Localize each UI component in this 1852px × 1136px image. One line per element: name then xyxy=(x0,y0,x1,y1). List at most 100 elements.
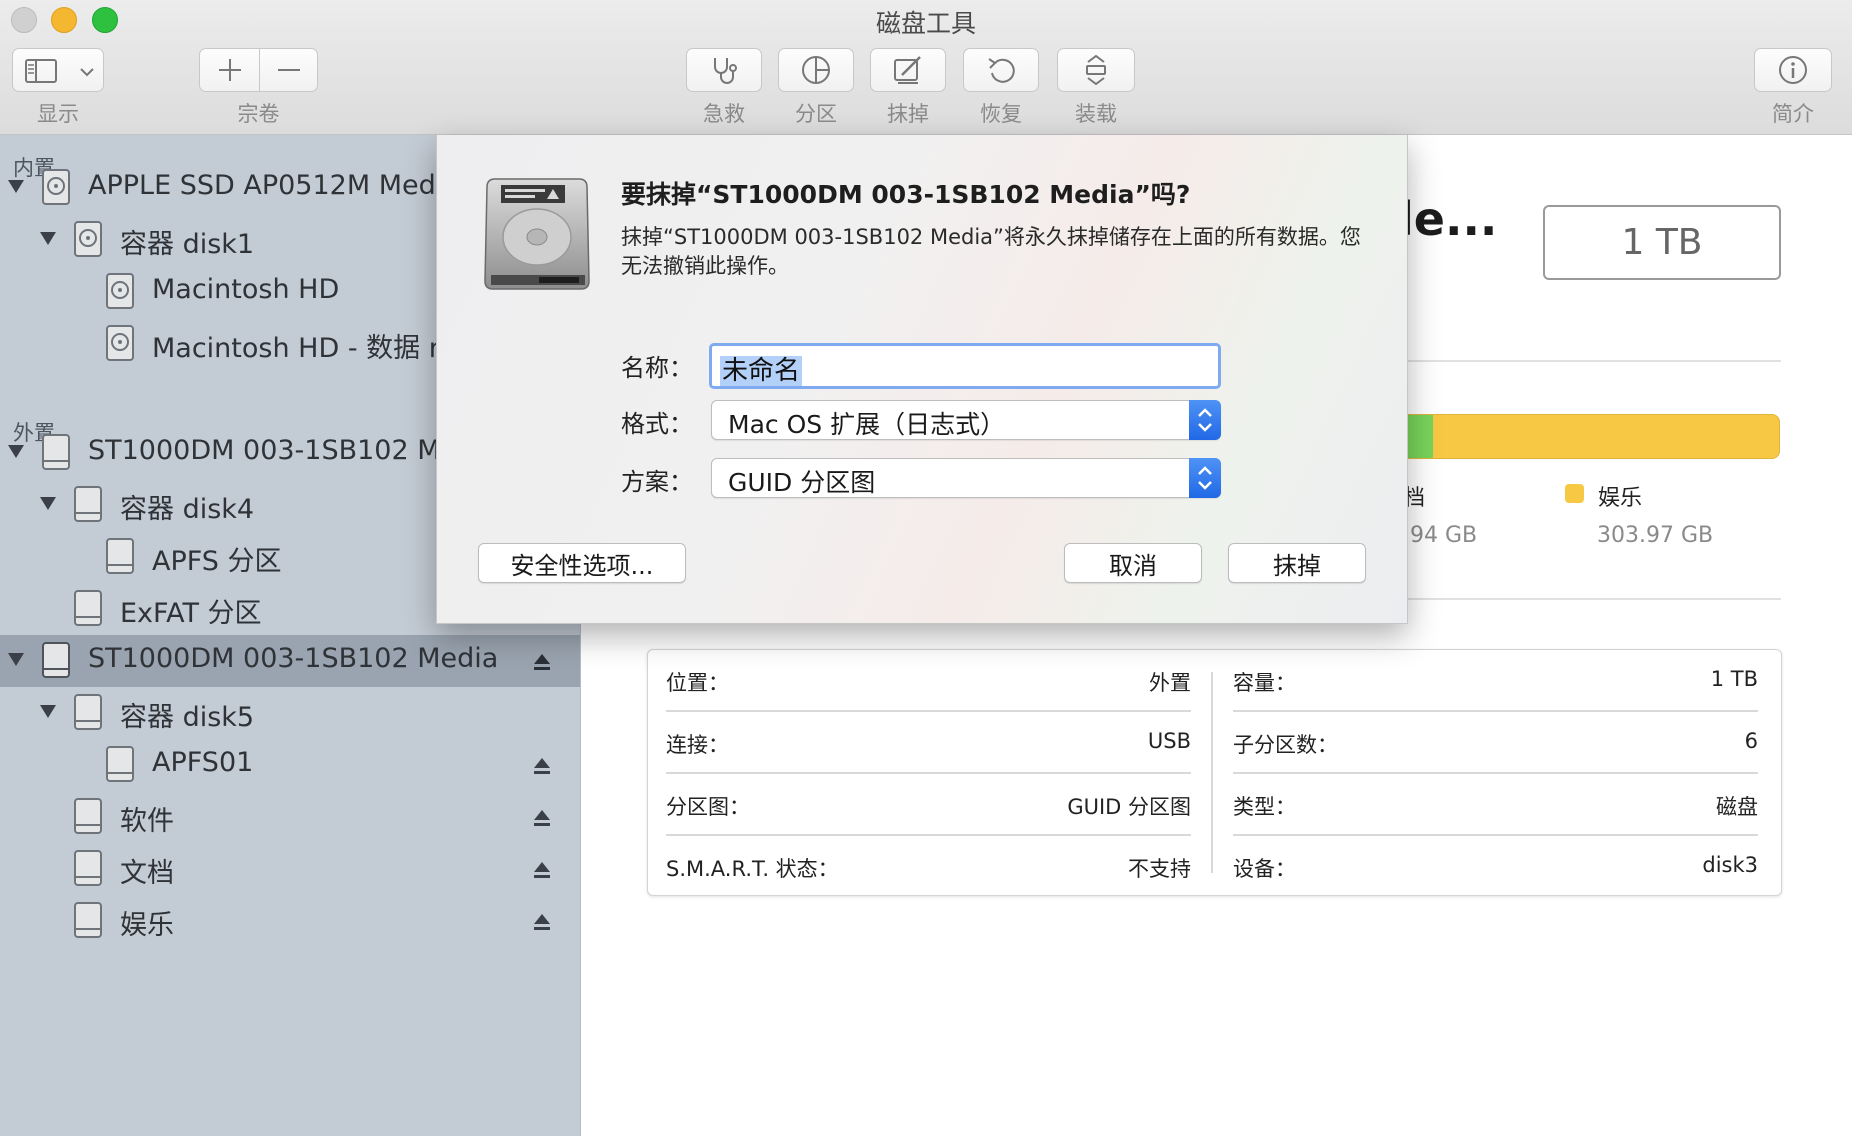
external-disk-icon xyxy=(74,798,102,834)
external-disk-icon xyxy=(42,434,70,470)
sidebar-item-label: APPLE SSD AP0512M Media xyxy=(88,170,460,201)
toolbar: 磁盘工具 显示 宗卷 急救 分区 抹掉 恢复 装载 简介 xyxy=(0,0,1852,135)
mount-button[interactable] xyxy=(1057,48,1135,92)
sidebar-item-entertainment[interactable]: 娱乐 xyxy=(0,895,580,947)
popup-stepper-icon xyxy=(1189,400,1221,440)
restore-button[interactable] xyxy=(963,48,1039,92)
external-disk-icon xyxy=(106,746,134,782)
info-row-location: 位置： 外置 xyxy=(666,650,1191,712)
external-disk-icon xyxy=(74,590,102,626)
view-label: 显示 xyxy=(37,102,79,126)
remove-volume-button[interactable] xyxy=(260,49,318,91)
erase-sheet: 要抹掉“ST1000DM 003-1SB102 Media”吗? 抹掉“ST10… xyxy=(436,135,1408,624)
first-aid-label: 急救 xyxy=(703,102,745,126)
sidebar-item-label: 容器 disk5 xyxy=(120,702,255,733)
disclosure-triangle-icon[interactable] xyxy=(8,653,24,666)
info-key: 类型： xyxy=(1233,795,1296,819)
restore-label: 恢复 xyxy=(980,102,1022,126)
sidebar-item-container-disk5[interactable]: 容器 disk5 xyxy=(0,687,580,739)
disclosure-triangle-icon[interactable] xyxy=(40,232,56,245)
external-disk-icon xyxy=(74,850,102,886)
stethoscope-icon xyxy=(714,58,737,84)
disclosure-triangle-icon[interactable] xyxy=(40,705,56,718)
popup-stepper-icon xyxy=(1189,458,1221,498)
sidebar-item-documents[interactable]: 文档 xyxy=(0,843,580,895)
internal-disk-icon xyxy=(106,273,134,309)
disclosure-triangle-icon[interactable] xyxy=(8,445,24,458)
disk-title: le... xyxy=(1398,192,1498,246)
security-options-button[interactable]: 安全性选项... xyxy=(478,543,686,583)
eject-icon[interactable] xyxy=(532,808,552,828)
minus-icon xyxy=(278,69,300,71)
confirm-erase-button[interactable]: 抹掉 xyxy=(1228,543,1366,583)
format-select[interactable]: Mac OS 扩展（日志式） xyxy=(711,400,1221,440)
sidebar-item-label: Macintosh HD xyxy=(152,274,340,305)
external-disk-icon xyxy=(42,642,70,678)
info-value: 6 xyxy=(1744,729,1758,753)
sheet-title: 要抹掉“ST1000DM 003-1SB102 Media”吗? xyxy=(621,180,1191,209)
info-key: 容量： xyxy=(1233,671,1296,695)
name-input-value: 未命名 xyxy=(720,356,803,386)
name-input[interactable]: 未命名 xyxy=(709,343,1221,389)
capacity-box: 1 TB xyxy=(1543,205,1781,280)
partition-button[interactable] xyxy=(778,48,854,92)
cancel-button[interactable]: 取消 xyxy=(1064,543,1202,583)
legend-size-stub: .94 GB xyxy=(1403,523,1478,548)
sidebar-item-st1000dm-media-2[interactable]: ST1000DM 003-1SB102 Media xyxy=(0,635,580,687)
info-row-type: 类型： 磁盘 xyxy=(1233,774,1758,836)
sidebar-item-apfs01[interactable]: APFS01 xyxy=(0,739,580,791)
info-value: 外置 xyxy=(1149,671,1191,695)
info-value: GUID 分区图 xyxy=(1067,795,1191,819)
info-value: 1 TB xyxy=(1710,667,1758,691)
info-key: 设备： xyxy=(1233,857,1296,881)
format-select-value: Mac OS 扩展（日志式） xyxy=(728,410,1006,439)
add-volume-button[interactable] xyxy=(200,49,259,91)
info-row-smart-status: S.M.A.R.T. 状态： 不支持 xyxy=(666,836,1191,898)
sidebar-toggle-icon xyxy=(25,59,57,87)
eject-icon[interactable] xyxy=(532,652,552,672)
plus-icon xyxy=(218,59,241,81)
info-value: 磁盘 xyxy=(1716,795,1758,819)
sidebar-item-label: APFS01 xyxy=(152,747,254,778)
sidebar-item-label: 容器 disk1 xyxy=(120,229,255,260)
disclosure-triangle-icon[interactable] xyxy=(40,497,56,510)
scheme-label: 方案： xyxy=(621,468,693,496)
legend-label-entertainment: 娱乐 xyxy=(1598,486,1643,511)
usage-bar xyxy=(1389,414,1780,459)
external-disk-icon xyxy=(74,902,102,938)
disk-utility-window: 磁盘工具 显示 宗卷 急救 分区 抹掉 恢复 装载 简介 内置 APPLE SS… xyxy=(0,0,1852,1136)
info-label: 简介 xyxy=(1772,102,1814,126)
window-title: 磁盘工具 xyxy=(875,9,976,38)
sidebar-item-software[interactable]: 软件 xyxy=(0,791,580,843)
info-key: 位置： xyxy=(666,671,729,695)
hard-drive-icon xyxy=(484,178,590,290)
scheme-select-value: GUID 分区图 xyxy=(728,468,876,497)
scheme-select[interactable]: GUID 分区图 xyxy=(711,458,1221,498)
internal-disk-icon xyxy=(74,221,102,257)
view-button[interactable] xyxy=(12,48,104,92)
sidebar-item-label: 娱乐 xyxy=(120,910,174,941)
chevron-down-icon xyxy=(79,63,95,82)
internal-disk-icon xyxy=(42,169,70,205)
first-aid-button[interactable] xyxy=(686,48,762,92)
eject-icon[interactable] xyxy=(532,912,552,932)
info-row-partition-map: 分区图： GUID 分区图 xyxy=(666,774,1191,836)
format-label: 格式： xyxy=(621,410,693,438)
info-button[interactable] xyxy=(1754,48,1832,92)
divider xyxy=(1389,598,1781,600)
info-key: S.M.A.R.T. 状态： xyxy=(666,857,839,881)
internal-disk-icon xyxy=(106,325,134,361)
disclosure-triangle-icon[interactable] xyxy=(8,180,24,193)
sidebar-item-label: ExFAT 分区 xyxy=(120,598,262,629)
legend-size-entertainment: 303.97 GB xyxy=(1597,523,1714,548)
info-panel: 位置： 外置 连接： USB 分区图： GUID 分区图 S.M.A.R.T. … xyxy=(647,649,1782,896)
legend-swatch-entertainment xyxy=(1565,484,1584,503)
eject-icon[interactable] xyxy=(532,756,552,776)
external-disk-icon xyxy=(106,538,134,574)
volume-segmented-control xyxy=(199,48,318,92)
pie-partition-icon xyxy=(802,56,830,84)
eject-icon[interactable] xyxy=(532,860,552,880)
erase-button[interactable] xyxy=(870,48,946,92)
external-disk-icon xyxy=(74,694,102,730)
info-icon xyxy=(1779,56,1807,84)
